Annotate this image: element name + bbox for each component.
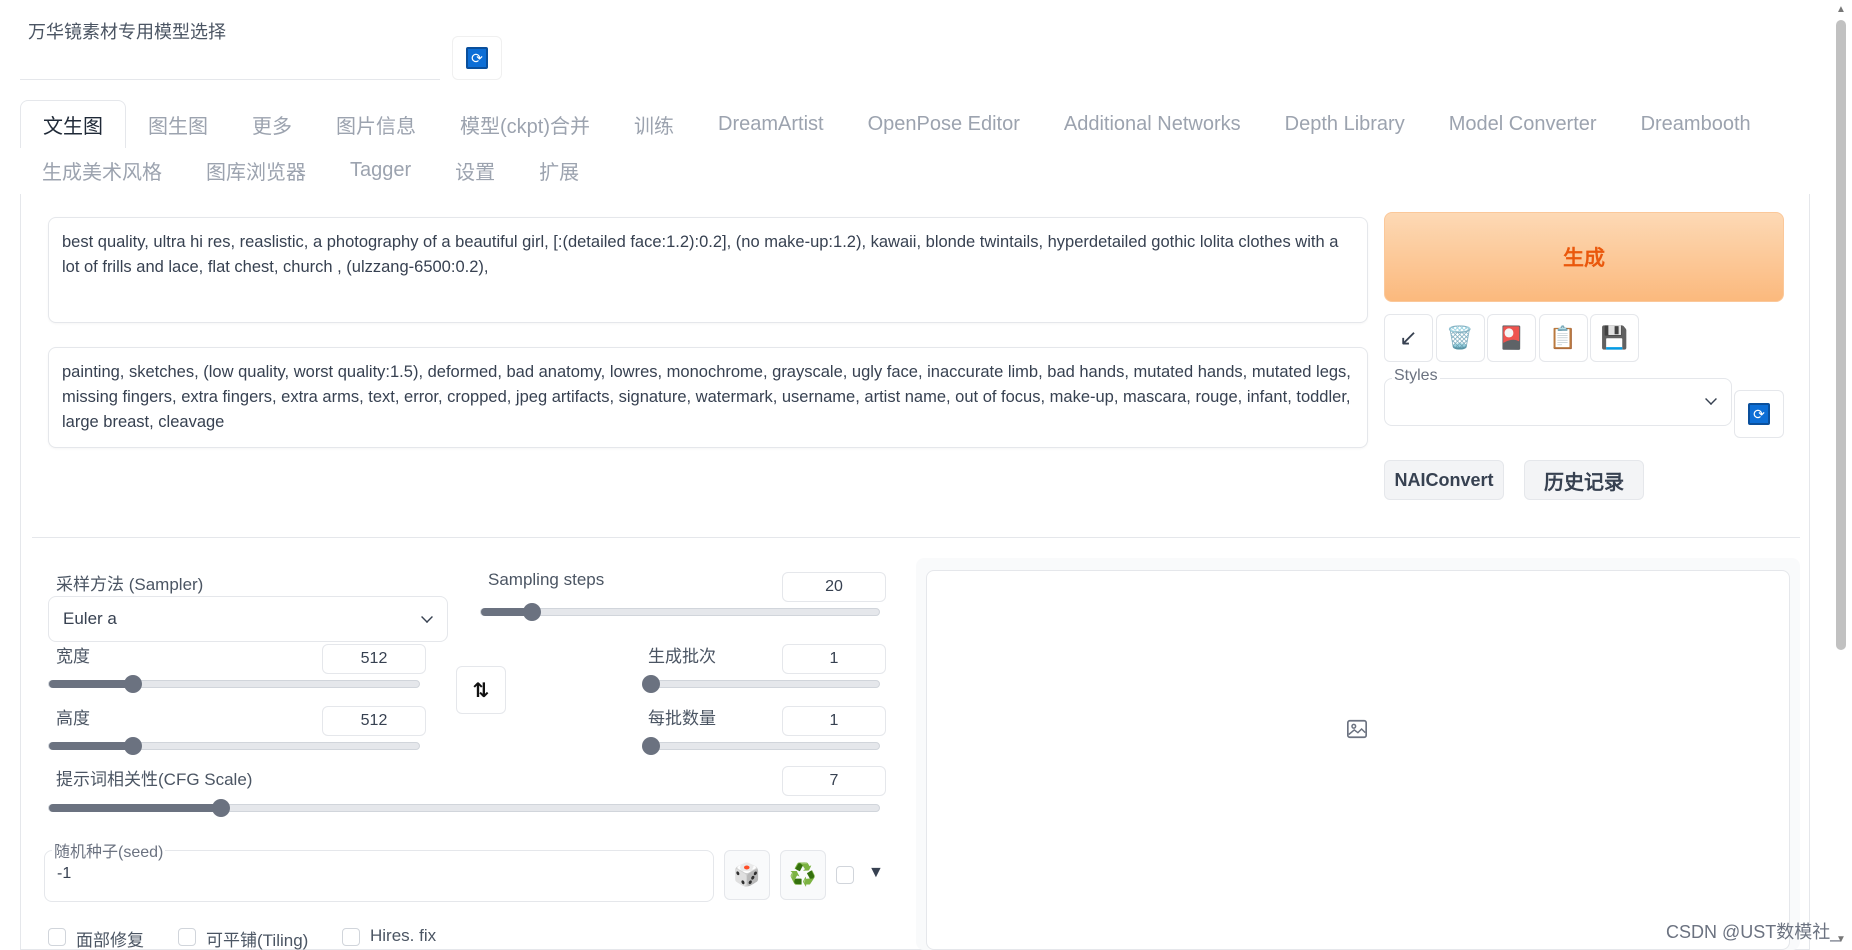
width-input[interactable]: 512 — [322, 644, 426, 674]
cfg-scale-label: 提示词相关性(CFG Scale) — [56, 770, 253, 789]
batch-count-slider[interactable] — [642, 675, 880, 693]
tab-tabs_row1-11[interactable]: Dreambooth — [1619, 100, 1773, 148]
apply-style-button[interactable]: 📋 — [1538, 314, 1588, 362]
tab-tabs_row1-1[interactable]: 图生图 — [126, 100, 230, 148]
image-placeholder-icon — [1347, 719, 1367, 739]
scroll-up-arrow-icon[interactable]: ▲ — [1836, 4, 1846, 15]
generate-button[interactable]: 生成 — [1384, 212, 1784, 302]
sampler-value: Euler a — [63, 609, 117, 628]
checkbox-2[interactable] — [342, 928, 360, 946]
tab-tabs_row1-5[interactable]: 训练 — [612, 100, 696, 148]
watermark: CSDN @UST数模社_ — [1666, 922, 1841, 942]
chevron-down-icon — [1705, 393, 1717, 405]
tab-tabs_row2-4[interactable]: 扩展 — [517, 146, 601, 194]
chevron-down-icon — [421, 611, 433, 623]
tab-tabs_row2-3[interactable]: 设置 — [433, 146, 517, 194]
tab-tabs_row1-9[interactable]: Depth Library — [1263, 100, 1427, 148]
tab-tabs_row1-8[interactable]: Additional Networks — [1042, 100, 1263, 148]
arrow-icon: ↙ — [1399, 325, 1418, 350]
batch-size-slider[interactable] — [642, 737, 880, 755]
slider-fill — [49, 804, 222, 812]
slider-thumb[interactable] — [124, 675, 142, 693]
section-divider — [32, 537, 1800, 538]
checkbox-label-1: 可平铺(Tiling) — [206, 931, 309, 950]
history-button[interactable]: 历史记录 — [1524, 460, 1644, 500]
card-icon: 🎴 — [1497, 325, 1526, 350]
tab-tabs_row1-2[interactable]: 更多 — [230, 100, 314, 148]
floppy-icon: 💾 — [1600, 325, 1629, 350]
random-seed-button[interactable]: 🎲 — [724, 850, 770, 900]
checkbox-1[interactable] — [178, 928, 196, 946]
slider-thumb[interactable] — [642, 675, 660, 693]
batch-size-input[interactable]: 1 — [782, 706, 886, 736]
sampling-steps-label: Sampling steps — [488, 570, 605, 589]
slider-thumb[interactable] — [212, 799, 231, 817]
output-image-area — [926, 570, 1790, 950]
width-slider[interactable] — [48, 675, 420, 693]
cfg-scale-input[interactable]: 7 — [782, 766, 886, 796]
tab-tabs_row1-7[interactable]: OpenPose Editor — [846, 100, 1042, 148]
checkbox-label-2: Hires. fix — [370, 926, 437, 945]
send-to-prompt-button[interactable]: ↙ — [1384, 314, 1433, 362]
model-refresh-button[interactable]: ⟳ — [452, 36, 502, 80]
checkbox-label-0: 面部修复 — [76, 931, 144, 950]
naiconvert-button[interactable]: NAIConvert — [1384, 460, 1504, 500]
batch-size-label: 每批数量 — [648, 709, 716, 728]
batch-count-input[interactable]: 1 — [782, 644, 886, 674]
negative-prompt-textarea[interactable]: painting, sketches, (low quality, worst … — [48, 347, 1368, 448]
width-label: 宽度 — [56, 647, 90, 666]
tab-bar-row-1: 文生图 图生图 更多 图片信息 模型(ckpt)合并 训练 DreamArtist OpenP… — [20, 100, 1800, 148]
seed-label: 随机种子(seed) — [52, 838, 166, 862]
checkbox-0[interactable] — [48, 928, 66, 946]
cfg-scale-slider[interactable] — [48, 799, 880, 817]
styles-dropdown[interactable] — [1384, 378, 1732, 426]
prompt-textarea[interactable]: best quality, ultra hi res, reaslistic, … — [48, 217, 1368, 323]
refresh-icon: ⟳ — [466, 47, 488, 69]
reuse-seed-button[interactable]: ♻️ — [780, 850, 826, 900]
slider-thumb[interactable] — [523, 603, 541, 621]
clear-prompt-button[interactable]: 🗑️ — [1435, 314, 1485, 362]
slider-thumb[interactable] — [124, 737, 142, 755]
tab-tabs_row2-2[interactable]: Tagger — [328, 146, 433, 194]
styles-refresh-button[interactable]: ⟳ — [1734, 390, 1784, 438]
sampler-dropdown[interactable]: Euler a — [48, 596, 448, 642]
height-slider[interactable] — [48, 737, 420, 755]
extra-seed-checkbox[interactable] — [836, 866, 854, 884]
save-style-button[interactable]: 💾 — [1590, 314, 1639, 362]
refresh-icon: ⟳ — [1748, 403, 1770, 425]
recycle-icon: ♻️ — [789, 862, 817, 887]
tab-bar-row-2: 生成美术风格 图库浏览器 Tagger 设置 扩展 — [20, 146, 1800, 194]
page-scrollbar[interactable] — [1836, 20, 1846, 650]
batch-count-label: 生成批次 — [648, 647, 716, 666]
tab-tabs_row1-4[interactable]: 模型(ckpt)合并 — [438, 100, 612, 148]
sampling-steps-input[interactable]: 20 — [782, 572, 886, 602]
styles-label: Styles — [1392, 367, 1440, 385]
slider-fill — [49, 742, 133, 750]
tab-tabs_row2-0[interactable]: 生成美术风格 — [20, 146, 184, 194]
sampler-label: 采样方法 (Sampler) — [56, 575, 204, 594]
tab-tabs_row1-6[interactable]: DreamArtist — [696, 100, 846, 148]
swap-icon: ⇅ — [472, 679, 490, 702]
clipboard-icon: 📋 — [1549, 325, 1577, 350]
dice-icon: 🎲 — [733, 862, 761, 887]
tab-tabs_row1-0[interactable]: 文生图 — [20, 100, 126, 148]
height-input[interactable]: 512 — [322, 706, 426, 736]
slider-fill — [49, 680, 133, 688]
tab-tabs_row2-1[interactable]: 图库浏览器 — [184, 146, 328, 194]
height-label: 高度 — [56, 709, 90, 728]
tab-tabs_row1-10[interactable]: Model Converter — [1427, 100, 1619, 148]
expand-arrow-icon[interactable]: ▼ — [868, 864, 884, 882]
tab-tabs_row1-3[interactable]: 图片信息 — [314, 100, 438, 148]
trash-icon: 🗑️ — [1446, 325, 1474, 350]
model-selector-dropdown[interactable] — [20, 36, 440, 80]
swap-dimensions-button[interactable]: ⇅ — [456, 666, 506, 714]
slider-thumb[interactable] — [642, 737, 660, 755]
sampling-steps-slider[interactable] — [480, 603, 880, 621]
show-extra-networks-button[interactable]: 🎴 — [1487, 314, 1536, 362]
